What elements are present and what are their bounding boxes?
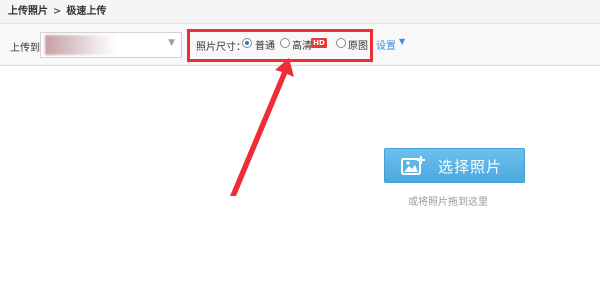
add-image-icon [401, 156, 425, 175]
select-photo-button[interactable]: 选择照片 [384, 148, 525, 183]
select-photo-label[interactable]: 选择照片 [438, 156, 502, 177]
annotation-arrow [230, 58, 294, 196]
upload-page: 上传照片 > 极速上传 上传到 ▼ 照片尺寸： 普通 高清 HD 原图 设置 ▼ 选… [0, 0, 600, 292]
annotation-arrow-shape [230, 58, 294, 196]
drag-drop-hint: 或将照片拖到这里 [408, 197, 488, 208]
